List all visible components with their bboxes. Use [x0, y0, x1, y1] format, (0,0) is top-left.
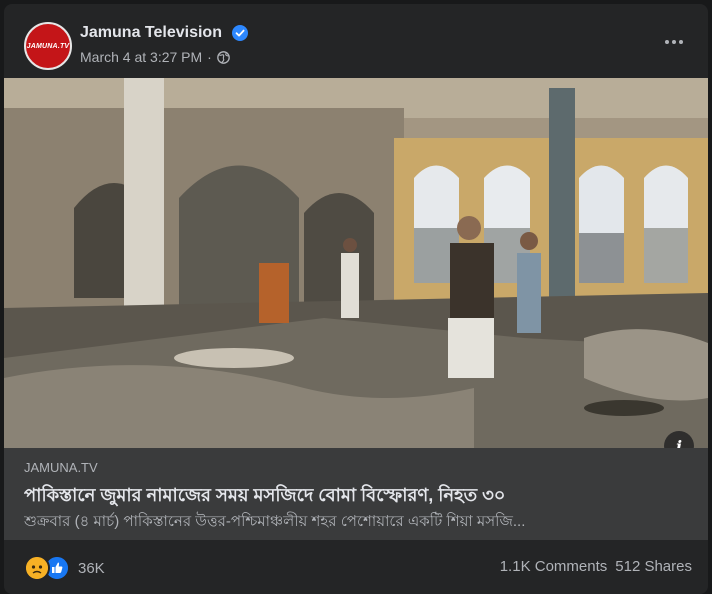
- more-options-button[interactable]: [658, 30, 690, 54]
- page-name-link[interactable]: Jamuna Television: [80, 24, 222, 42]
- post-card: JAMUNA.TV Jamuna Television March 4 at 3…: [4, 4, 708, 594]
- page-avatar[interactable]: JAMUNA.TV: [24, 22, 72, 70]
- reaction-count: 36K: [78, 559, 105, 577]
- shares-link[interactable]: 512 Shares: [615, 558, 692, 575]
- post-image[interactable]: [4, 78, 708, 448]
- verified-badge-icon: [232, 25, 248, 41]
- sad-reaction-icon: [24, 555, 50, 581]
- engagement-stats: 1.1K Comments 512 Shares: [500, 558, 692, 575]
- post-meta: March 4 at 3:27 PM ·: [80, 49, 230, 65]
- meta-separator: ·: [207, 49, 212, 65]
- comments-link[interactable]: 1.1K Comments: [500, 558, 608, 575]
- link-description: শুক্রবার (৪ মার্চ) পাকিস্তানের উত্তর-পশ্…: [24, 513, 526, 530]
- dot-icon: [672, 40, 676, 44]
- dot-icon: [665, 40, 669, 44]
- reactions-summary[interactable]: 36K: [24, 555, 105, 581]
- link-domain: JAMUNA.TV: [24, 460, 98, 475]
- dot-icon: [679, 40, 683, 44]
- avatar-logo-text: JAMUNA.TV: [26, 42, 70, 50]
- link-headline[interactable]: পাকিস্তানে জুমার নামাজের সময় মসজিদে বোম…: [24, 481, 694, 512]
- globe-icon[interactable]: [217, 50, 230, 64]
- link-preview[interactable]: JAMUNA.TV পাকিস্তানে জুমার নামাজের সময় …: [4, 448, 708, 540]
- timestamp-link[interactable]: March 4 at 3:27 PM: [80, 49, 202, 65]
